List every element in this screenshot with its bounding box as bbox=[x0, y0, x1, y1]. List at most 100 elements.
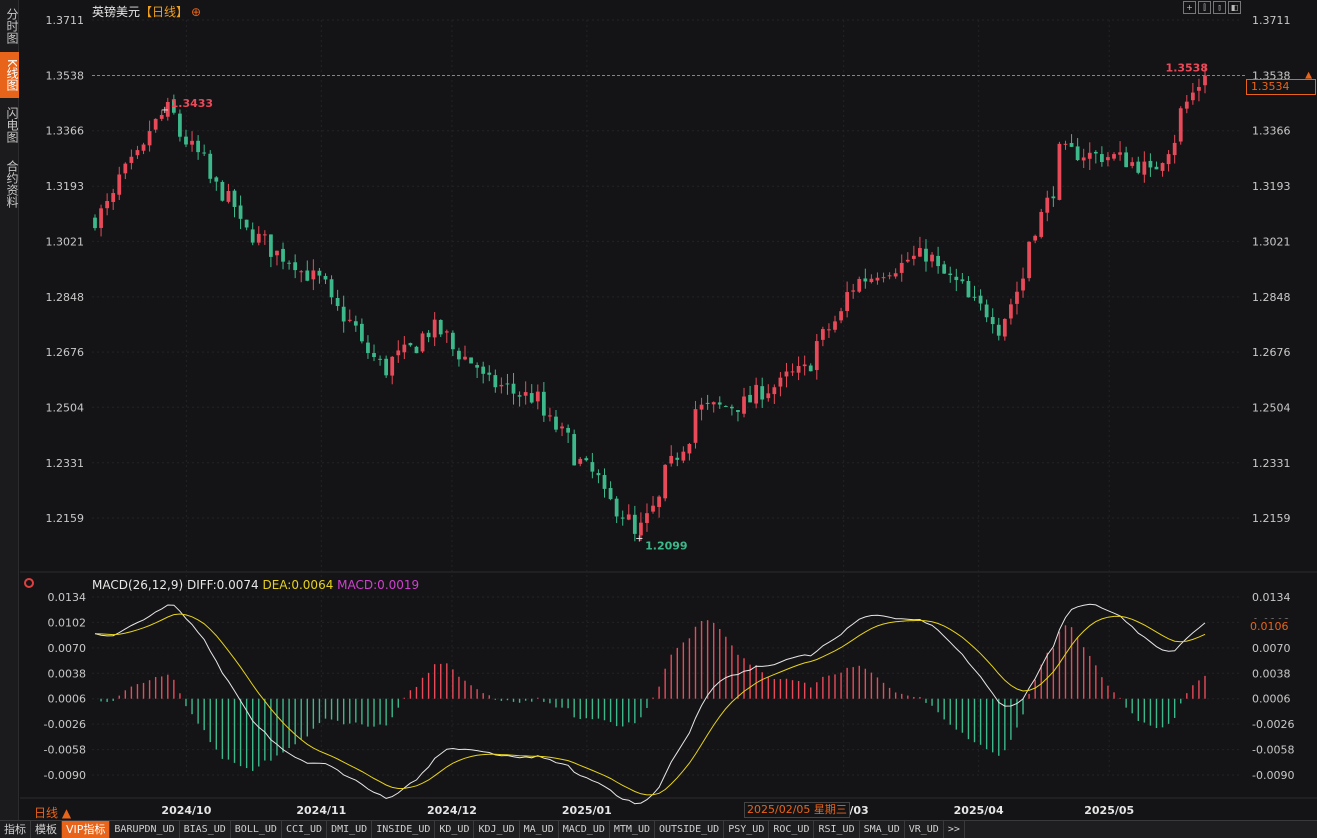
indicator-tab-18[interactable]: SMA_UD bbox=[860, 821, 905, 838]
macd-legend: MACD(26,12,9) DIFF:0.0074 DEA:0.0064 MAC… bbox=[92, 578, 419, 592]
candle-body bbox=[614, 498, 619, 517]
candle-body bbox=[1075, 146, 1080, 161]
price-tick-left: 1.3711 bbox=[46, 14, 85, 27]
candle-body bbox=[408, 343, 413, 346]
candle-body bbox=[487, 372, 492, 375]
indicator-tab-14[interactable]: OUTSIDE_UD bbox=[655, 821, 725, 838]
candle-body bbox=[827, 329, 831, 331]
price-tick-left: 1.2848 bbox=[46, 291, 85, 304]
candle-body bbox=[220, 181, 225, 201]
macd-tick-left: -0.0026 bbox=[44, 718, 86, 731]
price-tick-right: 1.2848 bbox=[1252, 291, 1291, 304]
macd-params: MACD(26,12,9) bbox=[92, 578, 184, 592]
candle-body bbox=[1087, 152, 1092, 159]
add-symbol-icon[interactable]: ⊕ bbox=[191, 5, 201, 19]
current-price-label: 1.3534 bbox=[1246, 79, 1316, 95]
candle-body bbox=[948, 273, 953, 276]
candle-body bbox=[887, 275, 892, 277]
indicator-tab-15[interactable]: PSY_UD bbox=[724, 821, 770, 838]
low-price-label: 1.2099 bbox=[645, 539, 687, 552]
candle-body bbox=[790, 371, 795, 373]
candle-body bbox=[1184, 101, 1189, 109]
candle-body bbox=[262, 234, 267, 236]
candle-body bbox=[317, 270, 322, 276]
diff-value: DIFF:0.0074 bbox=[186, 578, 259, 592]
candle-body bbox=[402, 344, 407, 353]
indicator-tab-4[interactable]: BIAS_UD bbox=[180, 821, 231, 838]
crosshair-icon[interactable]: + bbox=[1183, 1, 1196, 14]
period-selector[interactable]: 日线 ▲ bbox=[34, 804, 71, 821]
price-tick-right: 1.2159 bbox=[1252, 512, 1291, 525]
indicator-tab-6[interactable]: CCI_UD bbox=[282, 821, 328, 838]
candle-body bbox=[554, 416, 558, 430]
indicator-tab-9[interactable]: KD_UD bbox=[435, 821, 475, 838]
candle-body bbox=[281, 248, 285, 262]
fit-icon[interactable]: ◧ bbox=[1228, 1, 1241, 14]
indicator-tab-19[interactable]: VR_UD bbox=[905, 821, 944, 838]
candle-body bbox=[881, 277, 886, 279]
indicator-tab-10[interactable]: KDJ_UD bbox=[474, 821, 520, 838]
candle-body bbox=[499, 384, 504, 387]
indicator-tab-8[interactable]: INSIDE_UD bbox=[372, 821, 436, 838]
recent-high-label: 1.3538 bbox=[1166, 62, 1208, 75]
indicator-settings-icon[interactable] bbox=[24, 578, 34, 588]
candle-body bbox=[311, 270, 316, 280]
candle-body bbox=[208, 153, 213, 179]
candle-body bbox=[772, 387, 777, 395]
indicator-tab-1[interactable]: 模板 bbox=[31, 821, 62, 838]
candle-body bbox=[214, 177, 219, 182]
indicator-tab-5[interactable]: BOLL_UD bbox=[231, 821, 282, 838]
indicator-tab-13[interactable]: MTM_UD bbox=[610, 821, 655, 838]
candle-body bbox=[808, 365, 813, 372]
price-tick-right: 1.2504 bbox=[1252, 401, 1291, 414]
macd-tick-left: 0.0038 bbox=[48, 667, 87, 680]
candle-body bbox=[1002, 318, 1007, 337]
zoom-in-icon[interactable]: ⫿ bbox=[1198, 1, 1211, 14]
indicator-tab-3[interactable]: BARUPDN_UD bbox=[110, 821, 180, 838]
candlestick-chart[interactable]: 1.3711 1.3711 1.3538 1.3538 1.3366 1.3366 1.31… bbox=[0, 0, 1317, 838]
candle-body bbox=[178, 113, 182, 137]
candle-body bbox=[1178, 108, 1183, 142]
chart-toolbar: + ⫿ ⫾ ◧ bbox=[1183, 1, 1241, 15]
candle-body bbox=[942, 264, 947, 274]
candle-body bbox=[457, 350, 461, 360]
candle-body bbox=[802, 364, 807, 367]
candle-body bbox=[905, 259, 910, 262]
candle-body bbox=[620, 517, 625, 519]
indicator-tab-2[interactable]: VIP指标 bbox=[62, 821, 111, 838]
indicator-tab-11[interactable]: MA_UD bbox=[520, 821, 559, 838]
tab-contract-info[interactable]: 合约资料 bbox=[0, 154, 19, 214]
zoom-out-icon[interactable]: ⫾ bbox=[1213, 1, 1226, 14]
candle-body bbox=[196, 140, 200, 153]
indicator-tab-17[interactable]: RSI_UD bbox=[814, 821, 860, 838]
candle-body bbox=[505, 383, 510, 385]
candle-body bbox=[287, 262, 291, 264]
candle-body bbox=[1190, 92, 1195, 101]
tab-time-chart[interactable]: 分时图 bbox=[0, 4, 19, 48]
candle-body bbox=[1063, 143, 1068, 145]
candle-body bbox=[924, 248, 928, 262]
candle-body bbox=[129, 156, 134, 163]
candle-body bbox=[687, 444, 692, 454]
candle-body bbox=[1160, 163, 1165, 171]
candle-body bbox=[432, 319, 437, 338]
candle-body bbox=[529, 393, 534, 403]
candle-body bbox=[341, 306, 346, 322]
indicator-tab-7[interactable]: DMI_UD bbox=[327, 821, 373, 838]
indicator-tab-20[interactable]: >> bbox=[944, 821, 965, 838]
tab-flash-chart[interactable]: 闪电图 bbox=[0, 102, 19, 148]
candle-body bbox=[608, 487, 613, 500]
candle-body bbox=[657, 496, 661, 508]
indicator-tab-12[interactable]: MACD_UD bbox=[559, 821, 610, 838]
candle-body bbox=[99, 208, 103, 228]
candle-body bbox=[414, 346, 419, 354]
candle-body bbox=[626, 514, 631, 520]
candle-body bbox=[1172, 142, 1177, 156]
candle-body bbox=[978, 295, 983, 304]
indicator-tab-16[interactable]: ROC_UD bbox=[769, 821, 815, 838]
tab-kline-chart[interactable]: K线图 bbox=[0, 52, 19, 98]
time-tick: 2025/05 bbox=[1084, 804, 1134, 817]
candle-body bbox=[602, 475, 607, 489]
indicator-tab-0[interactable]: 指标 bbox=[0, 821, 31, 838]
macd-tick-right: -0.0058 bbox=[1252, 744, 1294, 757]
